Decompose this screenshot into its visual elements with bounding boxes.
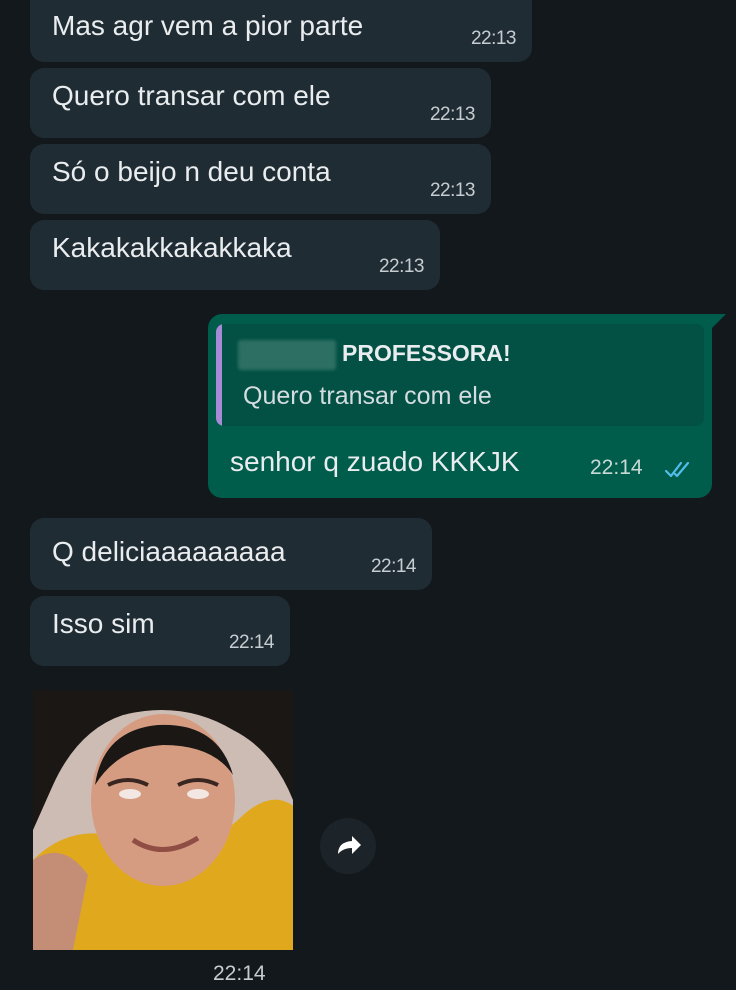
message-bubble-incoming[interactable]: Kakakakkakakkaka 22:13 <box>30 220 440 290</box>
quote-author: PROFESSORA! <box>342 340 511 366</box>
message-text: Só o beijo n deu conta <box>52 156 331 187</box>
message-text: Isso sim <box>52 608 155 639</box>
message-bubble-incoming[interactable]: Mas agr vem a pior parte 22:13 <box>30 0 532 62</box>
quoted-message[interactable]: PROFESSORA! Quero transar com ele <box>216 324 704 426</box>
message-bubble-outgoing[interactable]: PROFESSORA! Quero transar com ele senhor… <box>208 314 726 498</box>
message-time: 22:13 <box>429 104 476 125</box>
message-time: 22:14 <box>228 632 275 653</box>
message-bubble-incoming[interactable]: Q deliciaaaaaaaaa 22:14 <box>30 518 432 590</box>
image-message[interactable] <box>33 690 293 950</box>
message-time: 22:13 <box>378 256 425 277</box>
message-text: Mas agr vem a pior parte <box>52 10 364 41</box>
quote-text: Quero transar com ele <box>243 382 492 410</box>
message-bubble-incoming[interactable]: Só o beijo n deu conta 22:13 <box>30 144 491 214</box>
message-bubble-incoming[interactable]: Quero transar com ele 22:13 <box>30 68 491 138</box>
message-time: 22:13 <box>470 28 517 49</box>
redacted-name <box>238 340 336 370</box>
message-text: Q deliciaaaaaaaaa <box>52 536 286 567</box>
forward-button[interactable] <box>320 818 376 874</box>
message-bubble-incoming[interactable]: Isso sim 22:14 <box>30 596 290 666</box>
message-text: Kakakakkakakkaka <box>52 232 292 263</box>
quote-accent-bar <box>216 324 222 426</box>
read-receipt-icon <box>664 461 690 478</box>
message-time: 22:14 <box>590 456 643 479</box>
forward-arrow-icon <box>338 836 361 854</box>
message-text: senhor q zuado KKKJK <box>230 446 520 477</box>
message-time: 22:14 <box>213 962 266 985</box>
message-text: Quero transar com ele <box>52 80 331 111</box>
bubble-tail <box>712 314 726 328</box>
photo-content <box>33 690 293 950</box>
message-time: 22:14 <box>370 556 417 577</box>
message-time: 22:13 <box>429 180 476 201</box>
